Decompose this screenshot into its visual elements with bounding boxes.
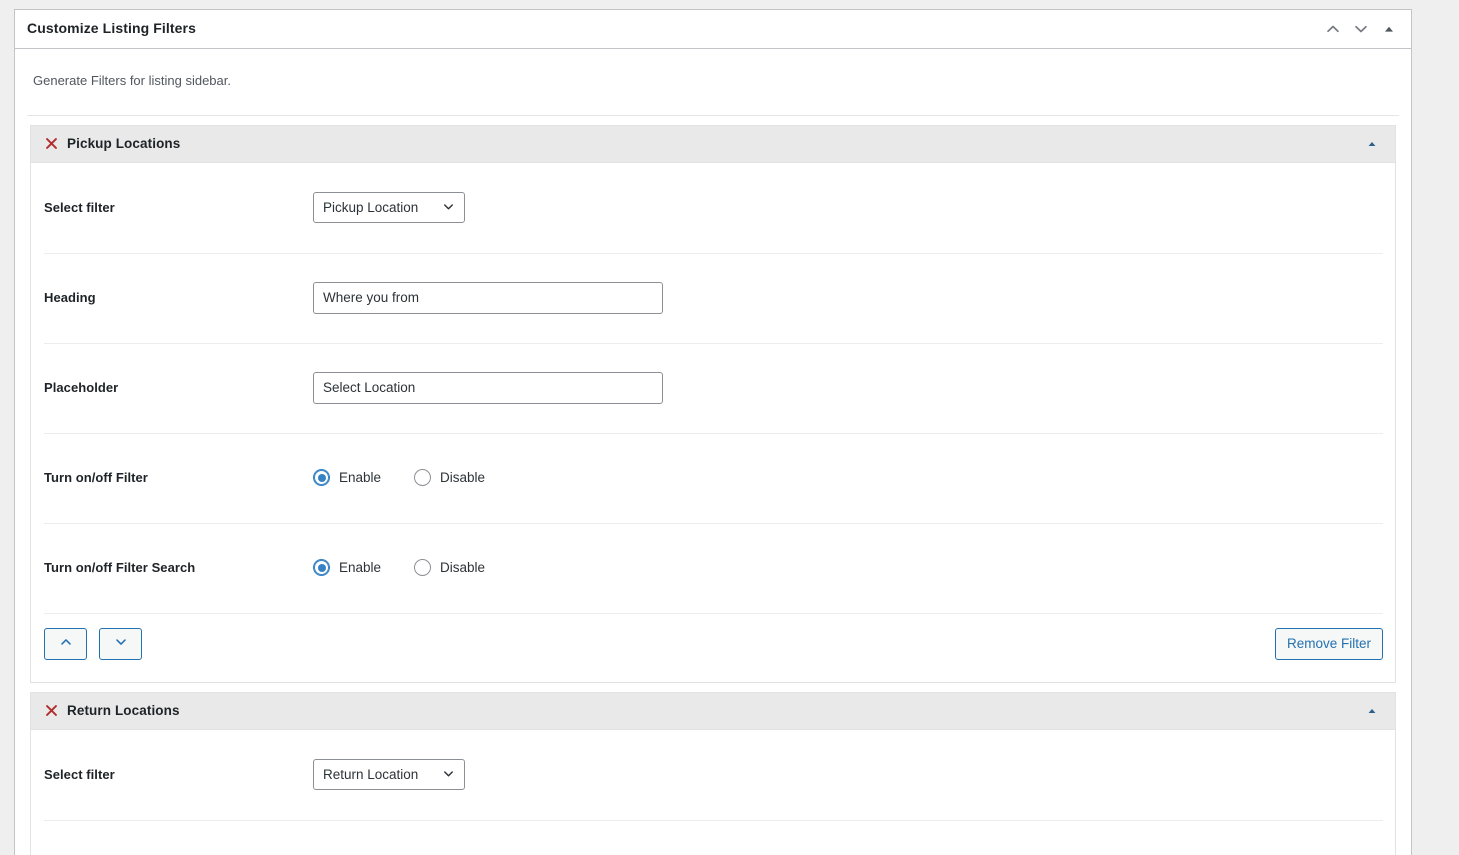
select-filter-value: Pickup Location — [323, 200, 419, 215]
field-label: Heading — [44, 290, 96, 305]
remove-filter-x-icon[interactable] — [43, 136, 59, 152]
field-row-turn-on-off-filter-search: Turn on/off Filter Search Enable Disable — [31, 522, 1395, 613]
description-divider — [27, 114, 1399, 116]
move-down-icon[interactable] — [1347, 14, 1375, 44]
heading-input[interactable] — [313, 281, 663, 314]
panel-collapse-toggle-icon[interactable] — [1361, 133, 1383, 155]
select-filter-value: Return Location — [323, 767, 419, 782]
field-control: Enable Disable — [313, 469, 1383, 486]
select-filter-dropdown[interactable]: Pickup Location — [313, 192, 465, 223]
radio-filter-search-enable[interactable]: Enable — [313, 559, 381, 576]
radio-label: Disable — [440, 560, 486, 575]
move-filter-down-button[interactable] — [99, 627, 142, 660]
radio-filter-search-disable[interactable]: Disable — [414, 559, 485, 576]
field-label: Turn on/off Filter Search — [44, 560, 196, 575]
field-control — [313, 371, 1383, 404]
remove-filter-button[interactable]: Remove Filter — [1274, 627, 1383, 660]
chevron-down-icon — [113, 634, 129, 653]
chevron-up-icon — [58, 634, 74, 653]
toggle-panel-icon[interactable] — [1375, 14, 1403, 44]
radio-filter-disable[interactable]: Disable — [414, 469, 485, 486]
filter-panel-header: Pickup Locations — [31, 125, 1395, 163]
field-row-placeholder: Placeholder — [31, 342, 1395, 433]
filter-panel-return-locations: Return Locations Select filter Return Lo… — [30, 691, 1396, 855]
page-root: Customize Listing Filters Generate Filte… — [0, 0, 1459, 855]
metabox-header-actions — [1319, 14, 1403, 44]
filter-panel-body: Select filter Return Location — [31, 730, 1395, 855]
chevron-down-icon — [441, 766, 456, 784]
radio-dot-icon — [313, 469, 330, 486]
field-label: Select filter — [44, 767, 115, 782]
field-row-select-filter: Select filter Return Location — [31, 730, 1395, 820]
field-control: Pickup Location — [313, 192, 1383, 223]
filter-panel-body: Select filter Pickup Location Heading Wh… — [31, 163, 1395, 682]
radio-group-filter-search-toggle: Enable Disable — [313, 559, 485, 576]
field-row-turn-on-off-filter: Turn on/off Filter Enable Disable — [31, 432, 1395, 523]
filter-action-row: Remove Filter — [31, 612, 1395, 682]
filter-panel-title: Return Locations — [67, 703, 180, 718]
radio-label: Enable — [339, 560, 382, 575]
chevron-down-icon — [441, 199, 456, 217]
radio-dot-icon — [313, 559, 330, 576]
field-label: Select filter — [44, 200, 115, 215]
field-label: Turn on/off Filter — [44, 470, 148, 485]
metabox-description: Generate Filters for listing sidebar. — [33, 73, 231, 88]
radio-label: Enable — [339, 470, 382, 485]
field-control — [313, 281, 1383, 314]
panel-collapse-toggle-icon[interactable] — [1361, 700, 1383, 722]
customize-listing-filters-metabox: Customize Listing Filters Generate Filte… — [14, 9, 1412, 855]
field-row-select-filter: Select filter Pickup Location — [31, 163, 1395, 253]
field-control: Return Location — [313, 759, 1383, 790]
radio-dot-icon — [414, 469, 432, 486]
remove-filter-x-icon[interactable] — [43, 703, 59, 719]
metabox-header: Customize Listing Filters — [15, 10, 1411, 49]
metabox-body: Generate Filters for listing sidebar. Pi… — [15, 49, 1411, 855]
radio-filter-enable[interactable]: Enable — [313, 469, 381, 486]
filter-panel-header: Return Locations — [31, 692, 1395, 730]
radio-group-filter-toggle: Enable Disable — [313, 469, 485, 486]
field-control: Enable Disable — [313, 559, 1383, 576]
move-up-icon[interactable] — [1319, 14, 1347, 44]
placeholder-input[interactable] — [313, 371, 663, 404]
field-row-heading: Heading — [31, 252, 1395, 343]
page-title: Customize Listing Filters — [27, 20, 196, 37]
filter-panel-title: Pickup Locations — [67, 136, 181, 151]
field-row-spacer — [31, 819, 1395, 855]
select-filter-dropdown[interactable]: Return Location — [313, 759, 465, 790]
move-filter-up-button[interactable] — [44, 627, 87, 660]
radio-label: Disable — [440, 470, 486, 485]
filter-panel-pickup-locations: Pickup Locations Select filter Pickup Lo… — [30, 124, 1396, 683]
field-label: Placeholder — [44, 380, 119, 395]
radio-dot-icon — [414, 559, 432, 576]
